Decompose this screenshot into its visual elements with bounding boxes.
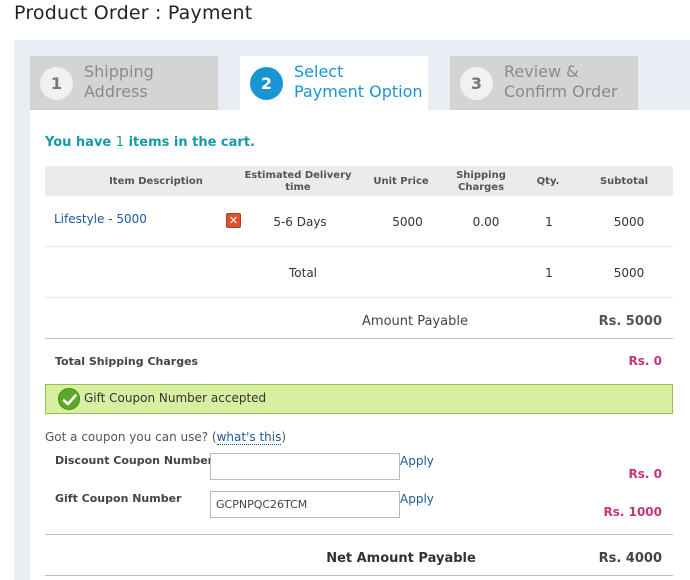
whats-this-link[interactable]: what's this (216, 430, 282, 445)
shipping-charge: 0.00 (472, 215, 500, 229)
step-label: Review & Confirm Order (504, 62, 618, 101)
amount-payable-value: Rs. 5000 (598, 314, 662, 329)
amount-payable-label: Amount Payable (362, 314, 468, 329)
qty: 1 (545, 215, 553, 229)
row-divider (45, 297, 673, 298)
step-shipping-address[interactable]: 1 Shipping Address (30, 56, 218, 110)
header-qty: Qty. (536, 176, 560, 187)
product-link[interactable]: Lifestyle - 5000 (54, 212, 147, 226)
page-title: Product Order : Payment (14, 2, 253, 24)
total-shipping-value: Rs. 0 (628, 354, 662, 368)
discount-coupon-input[interactable] (210, 453, 400, 480)
header-item-description: Item Description (109, 176, 203, 187)
header-subtotal: Subtotal (599, 176, 649, 187)
section-divider (45, 534, 673, 535)
step-label: Select Payment Option (294, 62, 423, 101)
gift-coupon-input[interactable] (210, 491, 400, 518)
step-number: 2 (250, 67, 283, 100)
remove-item-icon[interactable]: ✕ (226, 213, 241, 228)
total-shipping-label: Total Shipping Charges (55, 355, 199, 368)
step-label: Shipping Address (84, 62, 154, 101)
apply-discount-button[interactable]: Apply (400, 454, 434, 468)
step-select-payment[interactable]: 2 Select Payment Option (240, 56, 428, 110)
step-review-confirm[interactable]: 3 Review & Confirm Order (450, 56, 638, 110)
header-delivery-time: Estimated Delivery time (244, 170, 352, 193)
header-unit-price: Unit Price (373, 176, 429, 187)
unit-price: 5000 (392, 215, 423, 229)
apply-gift-button[interactable]: Apply (400, 492, 434, 506)
delivery-time: 5-6 Days (273, 215, 327, 229)
section-divider (45, 338, 673, 339)
total-label: Total (288, 266, 318, 280)
coupon-success-notice: Gift Coupon Number accepted (45, 384, 673, 414)
row-divider (45, 246, 673, 247)
discount-amount: Rs. 0 (628, 467, 662, 481)
section-divider (45, 575, 673, 576)
step-number: 3 (460, 67, 493, 100)
check-icon (58, 388, 80, 410)
gift-coupon-label: Gift Coupon Number (55, 492, 182, 505)
total-subtotal: 5000 (613, 266, 645, 280)
coupon-prompt: Got a coupon you can use? (what's this) (45, 430, 287, 445)
header-shipping-charges: Shipping Charges (456, 170, 506, 193)
discount-coupon-label: Discount Coupon Number (55, 454, 214, 467)
step-number: 1 (40, 67, 73, 100)
total-qty: 1 (545, 266, 553, 280)
subtotal: 5000 (613, 215, 645, 229)
success-message: Gift Coupon Number accepted (84, 391, 267, 405)
gift-amount: Rs. 1000 (603, 505, 662, 519)
cart-message: You have 1 items in the cart. (45, 135, 255, 150)
net-payable-value: Rs. 4000 (598, 551, 662, 566)
net-payable-label: Net Amount Payable (326, 551, 476, 566)
